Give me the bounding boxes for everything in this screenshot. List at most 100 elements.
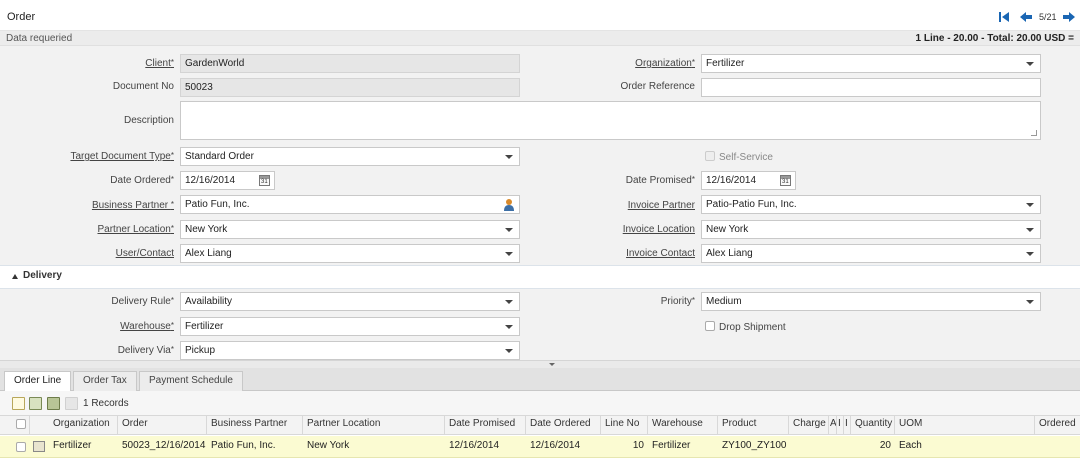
panel-splitter[interactable]: [0, 360, 1080, 368]
column-header[interactable]: Order: [118, 415, 207, 435]
column-header[interactable]: Charge: [789, 415, 829, 435]
chevron-down-icon: [1026, 62, 1034, 66]
invoice-location-select[interactable]: New York: [701, 220, 1041, 239]
column-header[interactable]: Date Ordered: [526, 415, 601, 435]
column-header[interactable]: Warehouse: [648, 415, 718, 435]
column-header[interactable]: Date Promised: [445, 415, 526, 435]
column-header[interactable]: I: [844, 415, 851, 435]
table-cell[interactable]: [789, 436, 829, 458]
description-textarea[interactable]: [180, 101, 1041, 140]
business-partner-search[interactable]: Patio Fun, Inc.: [180, 195, 520, 214]
previous-record-icon[interactable]: [1019, 10, 1033, 24]
tab-order-tax[interactable]: Order Tax: [73, 371, 137, 391]
calendar-icon[interactable]: 31: [780, 175, 791, 186]
invoice-partner-select[interactable]: Patio-Patio Fun, Inc.: [701, 195, 1041, 214]
order-reference-label: Order Reference: [620, 81, 695, 92]
record-position: 5/21: [1039, 12, 1057, 22]
status-summary: 1 Line - 20.00 - Total: 20.00 USD =: [915, 33, 1074, 44]
partner-location-label[interactable]: Partner Location*: [97, 224, 174, 235]
select-all-checkbox[interactable]: [16, 419, 26, 429]
user-contact-select[interactable]: Alex Liang: [180, 244, 520, 263]
tab-order-line[interactable]: Order Line: [4, 371, 72, 392]
organization-select[interactable]: Fertilizer: [701, 54, 1041, 73]
warehouse-select[interactable]: Fertilizer: [180, 317, 520, 336]
chevron-down-icon: [1026, 203, 1034, 207]
date-ordered-label: Date Ordered*: [110, 175, 174, 186]
invoice-partner-label[interactable]: Invoice Partner: [628, 200, 695, 211]
tab-payment-schedule[interactable]: Payment Schedule: [139, 371, 243, 391]
table-cell[interactable]: 12/16/2014: [445, 436, 526, 458]
partner-location-select[interactable]: New York: [180, 220, 520, 239]
table-cell[interactable]: ZY100_ZY100: [718, 436, 789, 458]
collapse-arrow-icon[interactable]: [12, 274, 18, 279]
delivery-via-select[interactable]: Pickup: [180, 341, 520, 360]
self-service-checkbox[interactable]: [705, 151, 715, 161]
table-cell[interactable]: New York: [303, 436, 445, 458]
chevron-down-icon: [1026, 300, 1034, 304]
grid-toolbar: [0, 391, 1080, 415]
client-field: GardenWorld: [180, 54, 520, 73]
records-count: 1 Records: [83, 398, 129, 409]
chevron-down-icon: [505, 252, 513, 256]
date-promised-input[interactable]: 12/16/2014 31: [701, 171, 796, 190]
column-header[interactable]: Quantity: [851, 415, 895, 435]
column-header[interactable]: Line No: [601, 415, 648, 435]
row-edit-icon[interactable]: [33, 441, 45, 452]
chevron-down-icon: [505, 349, 513, 353]
first-record-icon[interactable]: [997, 10, 1011, 24]
table-cell[interactable]: 50023_12/16/2014: [118, 436, 207, 458]
calendar-icon[interactable]: 31: [259, 175, 270, 186]
table-cell[interactable]: [1035, 436, 1080, 458]
business-partner-label[interactable]: Business Partner *: [92, 200, 174, 211]
splitter-collapse-icon[interactable]: [549, 363, 555, 366]
chevron-down-icon: [505, 155, 513, 159]
chevron-down-icon: [505, 325, 513, 329]
table-cell[interactable]: 10: [601, 436, 648, 458]
table-cell[interactable]: Each: [895, 436, 1035, 458]
table-cell[interactable]: 12/16/2014: [526, 436, 601, 458]
edit-record-icon[interactable]: [29, 397, 42, 410]
drop-shipment-checkbox[interactable]: [705, 321, 715, 331]
row-select-cell: [0, 436, 30, 458]
target-doc-type-select[interactable]: Standard Order: [180, 147, 520, 166]
drop-shipment-label: Drop Shipment: [719, 322, 786, 333]
table-cell[interactable]: Fertilizer: [648, 436, 718, 458]
select-all-cell: [0, 415, 30, 435]
person-icon[interactable]: [503, 198, 515, 213]
resize-handle-icon[interactable]: [1031, 130, 1037, 136]
next-record-icon[interactable]: [1062, 10, 1076, 24]
new-record-icon[interactable]: [12, 397, 25, 410]
column-header[interactable]: Ordered: [1035, 415, 1080, 435]
warehouse-label[interactable]: Warehouse*: [120, 321, 174, 332]
chevron-down-icon: [505, 228, 513, 232]
column-header[interactable]: UOM: [895, 415, 1035, 435]
column-header[interactable]: Business Partner: [207, 415, 303, 435]
row-checkbox[interactable]: [16, 442, 26, 452]
column-header[interactable]: I: [837, 415, 844, 435]
column-header[interactable]: A: [829, 415, 837, 435]
table-cell[interactable]: Fertilizer: [49, 436, 118, 458]
column-header[interactable]: Organization: [49, 415, 118, 435]
client-label[interactable]: Client*: [145, 58, 174, 69]
organization-label[interactable]: Organization*: [635, 58, 695, 69]
description-label: Description: [123, 115, 174, 126]
invoice-contact-label[interactable]: Invoice Contact: [626, 248, 695, 259]
invoice-location-label[interactable]: Invoice Location: [623, 224, 695, 235]
window-titlebar: [0, 0, 1080, 31]
column-header[interactable]: Product: [718, 415, 789, 435]
date-ordered-input[interactable]: 12/16/2014 31: [180, 171, 275, 190]
table-cell[interactable]: Patio Fun, Inc.: [207, 436, 303, 458]
user-contact-label[interactable]: User/Contact: [116, 248, 174, 259]
target-doc-type-label[interactable]: Target Document Type*: [70, 151, 174, 162]
date-promised-label: Date Promised*: [625, 175, 695, 186]
self-service-label: Self-Service: [719, 152, 773, 163]
delivery-section-title[interactable]: Delivery: [23, 270, 62, 281]
delete-record-icon[interactable]: [47, 397, 60, 410]
delivery-rule-select[interactable]: Availability: [180, 292, 520, 311]
priority-select[interactable]: Medium: [701, 292, 1041, 311]
delivery-section-header[interactable]: [0, 265, 1080, 289]
column-header[interactable]: Partner Location: [303, 415, 445, 435]
invoice-contact-select[interactable]: Alex Liang: [701, 244, 1041, 263]
order-reference-input[interactable]: [701, 78, 1041, 97]
table-cell[interactable]: 20: [851, 436, 895, 458]
